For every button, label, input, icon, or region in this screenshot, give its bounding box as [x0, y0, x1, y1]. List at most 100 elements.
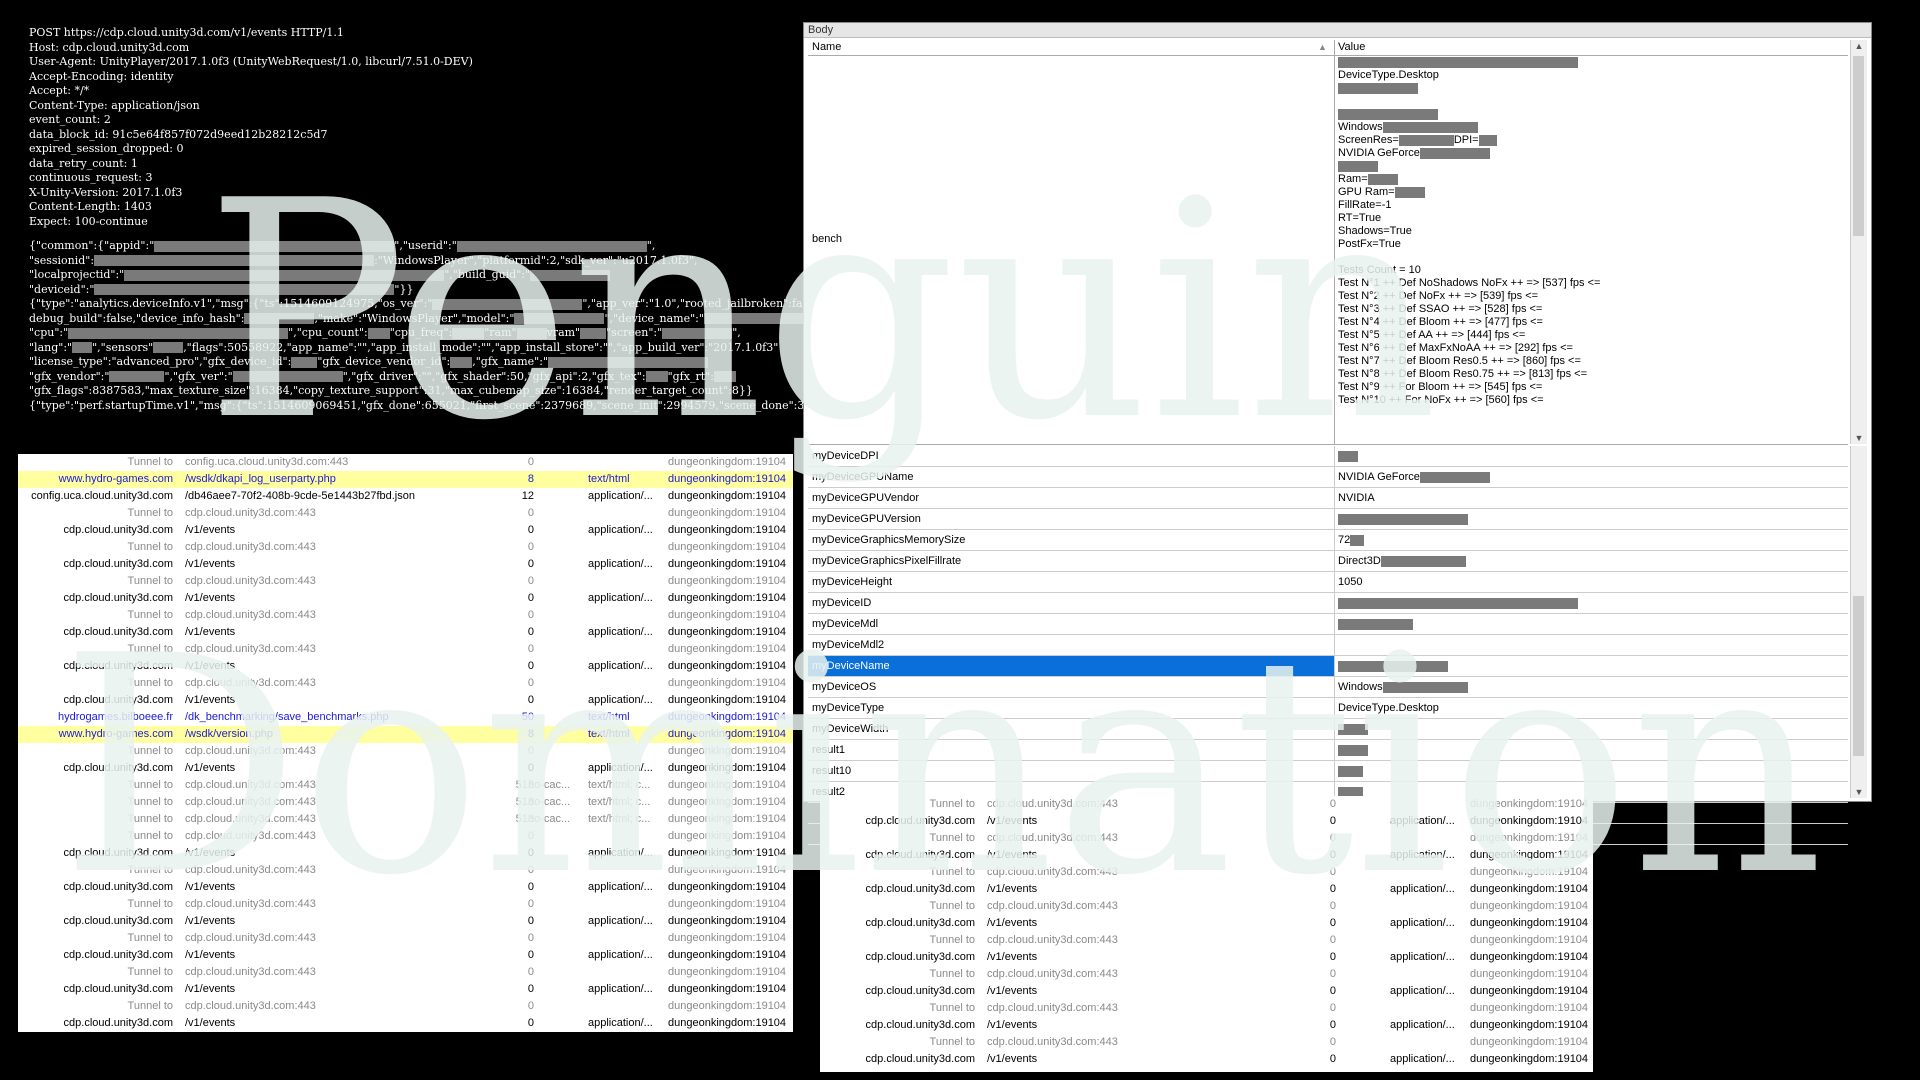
session-row[interactable]: cdp.cloud.unity3d.com/v1/events 0 applicat… [18, 692, 793, 709]
property-row[interactable]: myDeviceName [808, 656, 1848, 677]
session-row[interactable]: cdp.cloud.unity3d.com/v1/events 0 applicat… [820, 847, 1593, 864]
session-row[interactable]: cdp.cloud.unity3d.com/v1/events 0 applicat… [18, 879, 793, 896]
session-row[interactable]: cdp.cloud.unity3d.com/v1/events 0 applicat… [18, 947, 793, 964]
session-row[interactable]: cdp.cloud.unity3d.com/v1/events 0 applicat… [820, 949, 1593, 966]
bench-line-text: PostFx=True [1338, 238, 1401, 250]
session-row[interactable]: Tunnel to cdp.cloud.unity3d.com:443 0 dunge… [820, 830, 1593, 847]
property-row[interactable]: myDeviceGraphicsMemorySize 72 [808, 530, 1848, 551]
session-proc: dungeonkingdom:19104 [668, 847, 787, 859]
scroll-up-icon[interactable]: ▲ [1851, 41, 1867, 51]
session-row[interactable]: Tunnel to cdp.cloud.unity3d.com:443 513 no-… [18, 777, 793, 794]
session-row[interactable]: Tunnel to cdp.cloud.unity3d.com:443 0 dunge… [820, 966, 1593, 983]
session-row[interactable]: Tunnel to cdp.cloud.unity3d.com:443 0 dunge… [18, 539, 793, 556]
property-row[interactable]: myDeviceMdl2 [808, 635, 1848, 656]
session-row[interactable]: Tunnel to cdp.cloud.unity3d.com:443 0 dunge… [820, 932, 1593, 949]
property-row[interactable]: result10 [808, 761, 1848, 782]
bench-row[interactable]: bench DeviceType.Desktop Windows ScreenRes… [808, 56, 1848, 445]
json-text: "license_type":"advanced_pro","gfx_devic… [29, 355, 292, 368]
scroll-down-icon[interactable]: ▼ [1851, 787, 1867, 797]
property-value [1334, 509, 1848, 529]
property-row[interactable]: myDeviceMdl [808, 614, 1848, 635]
session-row[interactable]: cdp.cloud.unity3d.com/v1/events 0 applicat… [18, 760, 793, 777]
session-host: Tunnel to [127, 507, 173, 519]
bench-line [1338, 108, 1852, 121]
session-row[interactable]: Tunnel to cdp.cloud.unity3d.com:443 0 dunge… [18, 998, 793, 1015]
scroll-down-icon[interactable]: ▼ [1851, 433, 1867, 443]
session-row[interactable]: cdp.cloud.unity3d.com/v1/events 0 applicat… [820, 813, 1593, 830]
session-row[interactable]: Tunnel to cdp.cloud.unity3d.com:443 0 dunge… [18, 607, 793, 624]
session-row[interactable]: Tunnel to cdp.cloud.unity3d.com:443 513 no-… [18, 794, 793, 811]
session-row[interactable]: cdp.cloud.unity3d.com/v1/events 0 applicat… [820, 1051, 1593, 1068]
session-row[interactable]: Tunnel to cdp.cloud.unity3d.com:443 0 dunge… [18, 930, 793, 947]
property-row[interactable]: myDeviceType DeviceType.Desktop [808, 698, 1848, 719]
property-row[interactable]: result1 [808, 740, 1848, 761]
sessions-list-right[interactable]: Tunnel to cdp.cloud.unity3d.com:443 0 dunge… [820, 796, 1593, 1072]
session-row[interactable]: cdp.cloud.unity3d.com/v1/events 0 applicat… [18, 981, 793, 998]
property-row[interactable]: myDeviceGPUName NVIDIA GeForce [808, 467, 1848, 488]
json-text: "ram" [484, 326, 517, 339]
session-row[interactable]: cdp.cloud.unity3d.com/v1/events 0 applicat… [18, 845, 793, 862]
scrollbar-thumb[interactable] [1853, 56, 1864, 236]
session-proc: dungeonkingdom:19104 [1470, 866, 1589, 878]
property-row[interactable]: myDeviceDPI [808, 446, 1848, 467]
property-row[interactable]: myDeviceGPUVersion [808, 509, 1848, 530]
bench-line-text: Windows [1338, 121, 1383, 133]
properties-grid[interactable]: myDeviceDPI myDeviceGPUName NVIDIA GeForce… [808, 446, 1848, 845]
session-host: Tunnel to [929, 866, 975, 878]
session-row[interactable]: www.hydro-games.com/wsdk/dkapi_log_userp… [18, 471, 793, 488]
session-proc: dungeonkingdom:19104 [1470, 798, 1589, 810]
property-row[interactable]: myDeviceGPUVendor NVIDIA [808, 488, 1848, 509]
session-row[interactable]: cdp.cloud.unity3d.com/v1/events 0 applicat… [18, 658, 793, 675]
session-row[interactable]: Tunnel to cdp.cloud.unity3d.com:443 0 dunge… [18, 505, 793, 522]
session-row[interactable]: Tunnel to cdp.cloud.unity3d.com:443 0 dunge… [18, 862, 793, 879]
session-row[interactable]: cdp.cloud.unity3d.com/v1/events 0 applicat… [18, 556, 793, 573]
property-row[interactable]: myDeviceWidth [808, 719, 1848, 740]
property-row[interactable]: myDeviceOS Windows [808, 677, 1848, 698]
session-row[interactable]: Tunnel to cdp.cloud.unity3d.com:443 513 no-… [18, 811, 793, 828]
session-row[interactable]: Tunnel to cdp.cloud.unity3d.com:443 0 dunge… [18, 675, 793, 692]
request-json-line: "lang":" ","sensors" ,"flags":50558922,"ap… [29, 341, 799, 356]
session-row[interactable]: cdp.cloud.unity3d.com/v1/events 0 applicat… [18, 624, 793, 641]
session-row[interactable]: cdp.cloud.unity3d.com/v1/events 0 applicat… [18, 590, 793, 607]
property-row[interactable]: myDeviceGraphicsPixelFillrate Direct3D [808, 551, 1848, 572]
session-body: 0 [527, 881, 534, 893]
session-row[interactable]: Tunnel to cdp.cloud.unity3d.com:443 0 dunge… [18, 896, 793, 913]
property-row[interactable]: myDeviceHeight 1050 [808, 572, 1848, 593]
session-url: cdp.cloud.unity3d.com:443 [185, 813, 316, 825]
scrollbar-thumb[interactable] [1853, 596, 1864, 756]
session-row[interactable]: Tunnel to cdp.cloud.unity3d.com:443 0 dunge… [820, 898, 1593, 915]
session-row[interactable]: Tunnel to cdp.cloud.unity3d.com:443 0 dunge… [18, 573, 793, 590]
column-header-value[interactable]: Value [1334, 40, 1365, 55]
session-row[interactable]: Tunnel to cdp.cloud.unity3d.com:443 0 dunge… [820, 1034, 1593, 1051]
column-header-name[interactable]: Name [812, 40, 841, 55]
session-row[interactable]: cdp.cloud.unity3d.com/v1/events 0 applicat… [820, 1017, 1593, 1034]
session-row[interactable]: Tunnel to cdp.cloud.unity3d.com:443 0 dunge… [820, 1000, 1593, 1017]
properties-scrollbar[interactable]: ▼ [1850, 446, 1867, 798]
redacted-block [1380, 555, 1466, 567]
bench-line [1338, 160, 1852, 173]
session-row[interactable]: Tunnel to cdp.cloud.unity3d.com:443 0 dunge… [820, 796, 1593, 813]
session-row[interactable]: Tunnel to cdp.cloud.unity3d.com:443 0 dunge… [820, 864, 1593, 881]
redacted-block [456, 240, 647, 252]
session-row[interactable]: Tunnel to config.uca.cloud.unity3d.com:44… [18, 454, 793, 471]
bench-line: Test N°3 ++ Def SSAO ++ => [528] fps <= [1338, 303, 1852, 316]
session-row[interactable]: cdp.cloud.unity3d.com/v1/events 0 applicat… [820, 983, 1593, 1000]
session-row[interactable]: cdp.cloud.unity3d.com/v1/events 0 applicat… [18, 1015, 793, 1032]
bench-scrollbar[interactable]: ▲ ▼ [1850, 40, 1867, 444]
session-row[interactable]: cdp.cloud.unity3d.com/v1/events 0 applicat… [820, 881, 1593, 898]
session-row[interactable]: Tunnel to cdp.cloud.unity3d.com:443 0 dunge… [18, 743, 793, 760]
session-row[interactable]: config.uca.cloud.unity3d.com/db46aee7-70… [18, 488, 793, 505]
session-row[interactable]: Tunnel to cdp.cloud.unity3d.com:443 0 dunge… [18, 641, 793, 658]
bench-line-text: Test N°2 ++ Def NoFx ++ => [539] fps <= [1338, 290, 1539, 302]
session-row[interactable]: cdp.cloud.unity3d.com/v1/events 0 applicat… [820, 915, 1593, 932]
property-row[interactable]: myDeviceID [808, 593, 1848, 614]
sessions-list-left[interactable]: Tunnel to config.uca.cloud.unity3d.com:44… [18, 454, 793, 1032]
json-text: ","build_guid":" [444, 268, 531, 281]
session-row[interactable]: hydrogames.bilboeee.fr/dk_benchmarking/s… [18, 709, 793, 726]
session-row[interactable]: www.hydro-games.com/wsdk/version.php 8 tex… [18, 726, 793, 743]
session-row[interactable]: Tunnel to cdp.cloud.unity3d.com:443 0 dunge… [18, 964, 793, 981]
session-row[interactable]: cdp.cloud.unity3d.com/v1/events 0 applicat… [18, 913, 793, 930]
session-row[interactable]: cdp.cloud.unity3d.com/v1/events 0 applicat… [18, 522, 793, 539]
session-row[interactable]: Tunnel to cdp.cloud.unity3d.com:443 0 dunge… [18, 828, 793, 845]
json-text: ","device_name":" [604, 311, 704, 325]
